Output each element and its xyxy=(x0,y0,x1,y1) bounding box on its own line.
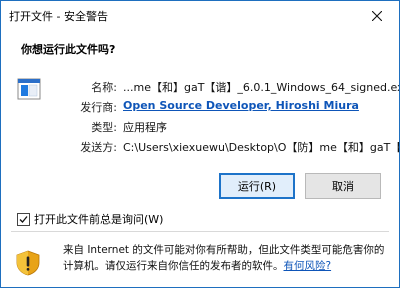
always-ask-row: 打开此文件前总是询问(W) xyxy=(17,211,163,227)
close-icon xyxy=(372,11,382,21)
risk-link[interactable]: 有何风险? xyxy=(284,260,332,272)
name-value: ...me【和】gaT【谐】_6.0.1_Windows_64_signed.e… xyxy=(123,81,400,94)
publisher-label: 发行商: xyxy=(80,101,117,114)
type-label: 类型: xyxy=(91,121,117,134)
title-bar: 打开文件 - 安全警告 xyxy=(1,1,399,31)
shield-warning-icon xyxy=(16,250,40,276)
cancel-button[interactable]: 取消 xyxy=(305,173,381,199)
always-ask-label: 打开此文件前总是询问(W) xyxy=(34,213,164,226)
always-ask-checkbox[interactable] xyxy=(17,212,30,226)
warning-text: 来自 Internet 的文件可能对你有所帮助，但此文件类型可能危害你的计算机。… xyxy=(63,242,389,274)
from-value: C:\Users\xiexuewu\Desktop\O【防】me【和】gaT【.… xyxy=(123,141,400,154)
window-title: 打开文件 - 安全警告 xyxy=(9,10,108,23)
close-button[interactable] xyxy=(355,1,399,31)
run-button[interactable]: 运行(R) xyxy=(219,173,295,199)
application-icon xyxy=(17,78,41,100)
from-label: 发送方: xyxy=(80,141,117,154)
dialog-question: 你想运行此文件吗? xyxy=(21,43,116,56)
type-value: 应用程序 xyxy=(123,121,167,134)
name-label: 名称: xyxy=(91,81,117,94)
security-warning-dialog: 打开文件 - 安全警告 你想运行此文件吗? 名称: ...me【和】gaT【谐】… xyxy=(0,0,400,288)
warning-panel: 来自 Internet 的文件可能对你有所帮助，但此文件类型可能危害你的计算机。… xyxy=(1,232,399,287)
checkmark-icon xyxy=(19,215,28,223)
warning-message: 来自 Internet 的文件可能对你有所帮助，但此文件类型可能危害你的计算机。… xyxy=(63,244,385,272)
publisher-link[interactable]: Open Source Developer, Hiroshi Miura xyxy=(123,99,359,112)
